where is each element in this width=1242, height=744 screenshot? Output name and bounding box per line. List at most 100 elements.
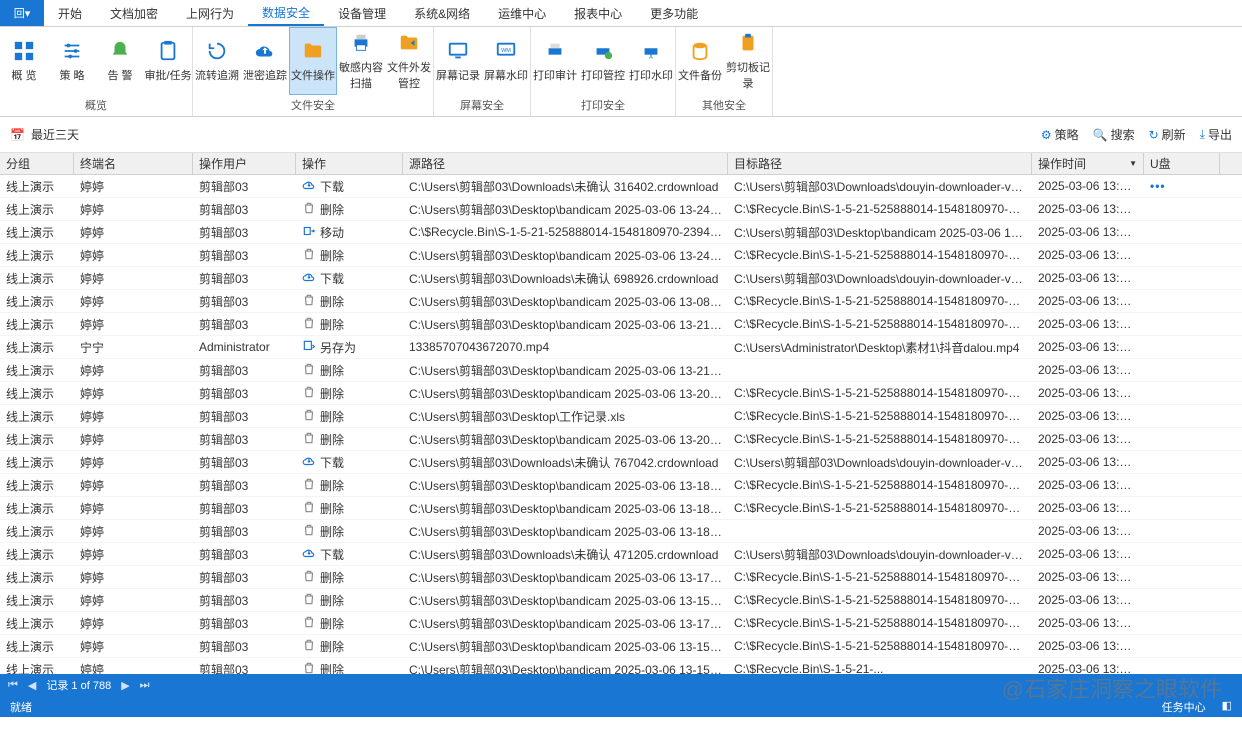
cell-time: 2025-03-06 13:28:38 <box>1032 225 1144 239</box>
op-label: 删除 <box>320 408 344 425</box>
ribbon-btn-folder[interactable]: 文件操作 <box>289 27 337 95</box>
table-row[interactable]: 线上演示婷婷剪辑部03下载C:\Users\剪辑部03\Downloads\未确… <box>0 267 1242 290</box>
table-row[interactable]: 线上演示婷婷剪辑部03删除C:\Users\剪辑部03\Desktop\band… <box>0 313 1242 336</box>
table-row[interactable]: 线上演示婷婷剪辑部03删除C:\Users\剪辑部03\Desktop\band… <box>0 290 1242 313</box>
table-row[interactable]: 线上演示婷婷剪辑部03下载C:\Users\剪辑部03\Downloads\未确… <box>0 451 1242 474</box>
tool-refresh[interactable]: ↻刷新 <box>1149 126 1186 143</box>
menu-item-7[interactable]: 报表中心 <box>560 0 636 26</box>
ribbon-btn-screen[interactable]: 屏幕记录 <box>434 27 482 95</box>
col-header-user[interactable]: 操作用户 <box>193 153 296 174</box>
pager-prev[interactable]: ◀ <box>28 679 36 692</box>
status-task-center[interactable]: 任务中心 <box>1162 699 1206 715</box>
ribbon-btn-label: 审批/任务 <box>144 67 191 83</box>
cell-dst: C:\$Recycle.Bin\S-1-5-21-525888014-15481… <box>728 317 1032 331</box>
pager-first[interactable]: ⏮ <box>8 679 18 692</box>
table-row[interactable]: 线上演示宁宁Administrator另存为13385707043672070.… <box>0 336 1242 359</box>
cell-term: 婷婷 <box>74 385 193 402</box>
table-row[interactable]: 线上演示婷婷剪辑部03删除C:\Users\剪辑部03\Desktop\band… <box>0 474 1242 497</box>
col-header-op[interactable]: 操作 <box>296 153 403 174</box>
ribbon-btn-screen-wm[interactable]: WM屏幕水印 <box>482 27 530 95</box>
menu-item-0[interactable]: 开始 <box>44 0 96 26</box>
table-row[interactable]: 线上演示婷婷剪辑部03删除C:\Users\剪辑部03\Desktop\band… <box>0 244 1242 267</box>
col-header-usb[interactable]: U盘 <box>1144 153 1220 174</box>
cell-op: 删除 <box>296 385 403 402</box>
col-header-dst[interactable]: 目标路径 <box>728 153 1032 174</box>
cell-time: 2025-03-06 13:23:54 <box>1032 294 1144 308</box>
cell-dst: C:\$Recycle.Bin\S-1-5-21-525888014-15481… <box>728 432 1032 446</box>
menu-item-2[interactable]: 上网行为 <box>172 0 248 26</box>
ribbon-btn-cycle[interactable]: 流转追溯 <box>193 27 241 95</box>
tool-search[interactable]: 🔍搜索 <box>1093 126 1135 143</box>
ribbon-btn-printer[interactable]: 敏感内容扫描 <box>337 27 385 95</box>
row-more-button[interactable]: ••• <box>1150 179 1166 193</box>
table-row[interactable]: 线上演示婷婷剪辑部03删除C:\Users\剪辑部03\Desktop\band… <box>0 359 1242 382</box>
ribbon-btn-grid[interactable]: 概 览 <box>0 27 48 95</box>
cell-term: 婷婷 <box>74 638 193 655</box>
table-row[interactable]: 线上演示婷婷剪辑部03删除C:\Users\剪辑部03\Desktop\band… <box>0 428 1242 451</box>
table-row[interactable]: 线上演示婷婷剪辑部03删除C:\Users\剪辑部03\Desktop\band… <box>0 658 1242 674</box>
table-row[interactable]: 线上演示婷婷剪辑部03删除C:\Users\剪辑部03\Desktop\工作记录… <box>0 405 1242 428</box>
export-icon: ⤓ <box>1200 127 1205 142</box>
op-label: 删除 <box>320 500 344 517</box>
table-row[interactable]: 线上演示婷婷剪辑部03下载C:\Users\剪辑部03\Downloads\未确… <box>0 543 1242 566</box>
table-row[interactable]: 线上演示婷婷剪辑部03删除C:\Users\剪辑部03\Desktop\band… <box>0 589 1242 612</box>
table-row[interactable]: 线上演示婷婷剪辑部03删除C:\Users\剪辑部03\Desktop\band… <box>0 198 1242 221</box>
cell-src: C:\Users\剪辑部03\Desktop\bandicam 2025-03-… <box>403 638 728 655</box>
col-header-term[interactable]: 终端名 <box>74 153 193 174</box>
table-row[interactable]: 线上演示婷婷剪辑部03删除C:\Users\剪辑部03\Desktop\band… <box>0 635 1242 658</box>
menu-item-3[interactable]: 数据安全 <box>248 0 324 26</box>
delete-icon <box>302 500 316 517</box>
col-header-time[interactable]: 操作时间▼ <box>1032 153 1144 174</box>
table-row[interactable]: 线上演示婷婷剪辑部03删除C:\Users\剪辑部03\Desktop\band… <box>0 520 1242 543</box>
tool-label: 策略 <box>1055 126 1079 143</box>
ribbon-btn-clip[interactable]: 剪切板记录 <box>724 27 772 95</box>
op-label: 删除 <box>320 362 344 379</box>
cell-op: 删除 <box>296 592 403 609</box>
ribbon-btn-folder-out[interactable]: 文件外发管控 <box>385 27 433 95</box>
pager-last[interactable]: ⏭ <box>140 679 150 692</box>
printer-icon <box>349 31 373 55</box>
app-icon[interactable]: 回▾ <box>0 0 44 26</box>
table-row[interactable]: 线上演示婷婷剪辑部03删除C:\Users\剪辑部03\Desktop\band… <box>0 612 1242 635</box>
cell-group: 线上演示 <box>0 638 74 655</box>
table-row[interactable]: 线上演示婷婷剪辑部03移动C:\$Recycle.Bin\S-1-5-21-52… <box>0 221 1242 244</box>
ribbon-btn-print-wm[interactable]: A打印水印 <box>627 27 675 95</box>
table-row[interactable]: 线上演示婷婷剪辑部03下载C:\Users\剪辑部03\Downloads\未确… <box>0 175 1242 198</box>
cell-term: 婷婷 <box>74 523 193 540</box>
cell-time: 2025-03-06 13:22:09 <box>1032 363 1144 377</box>
ribbon-btn-print-shield[interactable]: 打印管控 <box>579 27 627 95</box>
cell-dst: C:\$Recycle.Bin\S-1-5-21-525888014-15481… <box>728 570 1032 584</box>
cell-dst: C:\$Recycle.Bin\S-1-5-21-... <box>728 662 1032 674</box>
cell-group: 线上演示 <box>0 178 74 195</box>
calendar-icon: 📅 <box>10 128 25 142</box>
ribbon-btn-label: 打印管控 <box>581 67 625 83</box>
recent-filter[interactable]: 最近三天 <box>31 126 79 143</box>
table-row[interactable]: 线上演示婷婷剪辑部03删除C:\Users\剪辑部03\Desktop\band… <box>0 382 1242 405</box>
grid-body[interactable]: 线上演示婷婷剪辑部03下载C:\Users\剪辑部03\Downloads\未确… <box>0 175 1242 674</box>
cell-group: 线上演示 <box>0 270 74 287</box>
table-row[interactable]: 线上演示婷婷剪辑部03删除C:\Users\剪辑部03\Desktop\band… <box>0 497 1242 520</box>
pager-next[interactable]: ▶ <box>121 679 129 692</box>
ribbon-btn-cloud-up[interactable]: 泄密追踪 <box>241 27 289 95</box>
menu-item-5[interactable]: 系统&网络 <box>400 0 484 26</box>
ribbon-btn-db[interactable]: 文件备份 <box>676 27 724 95</box>
table-row[interactable]: 线上演示婷婷剪辑部03删除C:\Users\剪辑部03\Desktop\band… <box>0 566 1242 589</box>
ribbon-btn-print[interactable]: 打印审计 <box>531 27 579 95</box>
ribbon-group-1: 流转追溯泄密追踪文件操作敏感内容扫描文件外发管控文件安全 <box>193 27 434 116</box>
col-header-src[interactable]: 源路径 <box>403 153 728 174</box>
tool-sliders[interactable]: ⚙策略 <box>1041 126 1079 143</box>
ribbon-btn-bell[interactable]: 告 警 <box>96 27 144 95</box>
op-label: 另存为 <box>320 339 356 356</box>
op-label: 删除 <box>320 569 344 586</box>
op-label: 删除 <box>320 615 344 632</box>
menu-item-8[interactable]: 更多功能 <box>636 0 712 26</box>
menu-item-1[interactable]: 文档加密 <box>96 0 172 26</box>
tool-export[interactable]: ⤓导出 <box>1200 126 1232 143</box>
op-label: 删除 <box>320 247 344 264</box>
menu-item-4[interactable]: 设备管理 <box>324 0 400 26</box>
col-header-group[interactable]: 分组 <box>0 153 74 174</box>
menu-item-6[interactable]: 运维中心 <box>484 0 560 26</box>
status-extra-icon[interactable]: ◧ <box>1222 699 1232 715</box>
ribbon-btn-clipboard[interactable]: 审批/任务 <box>144 27 192 95</box>
ribbon-btn-sliders[interactable]: 策 略 <box>48 27 96 95</box>
